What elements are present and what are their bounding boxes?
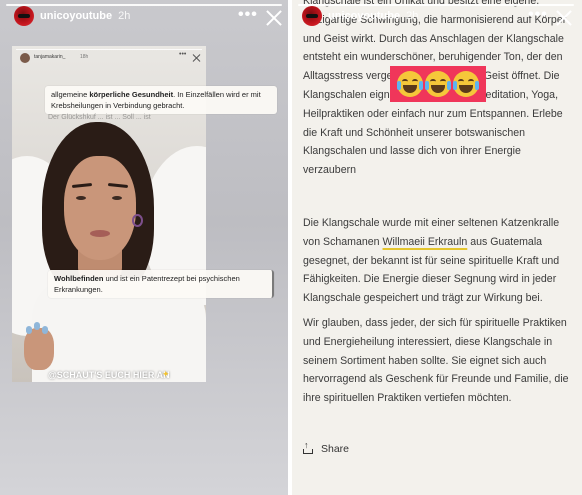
- more-horizontal-icon[interactable]: •••: [528, 6, 548, 24]
- post-time: 2h: [118, 10, 131, 22]
- recommendation-paragraph: Wir glauben, dass jeder, der sich für sp…: [303, 317, 569, 405]
- embedded-username: tanjamakarin_: [34, 54, 66, 60]
- story-header: unicoyoutube 2h: [14, 6, 130, 26]
- embedded-more-icon: •••: [179, 51, 187, 58]
- embedded-progress-bar: [16, 49, 202, 50]
- embedded-avatar: [20, 53, 30, 63]
- photo-eye-left: [76, 196, 86, 200]
- post-time: 2h: [406, 10, 419, 22]
- sticker-bold-text: körperliche Gesundheit: [89, 90, 174, 99]
- mention-sticker[interactable]: @SCHAUT'S EUCH HIER AN: [48, 370, 170, 380]
- text-sticker-top: allgemeine körperliche Gesundheit. In Ei…: [45, 86, 277, 114]
- sticker-text: allgemeine: [51, 90, 90, 99]
- blessing-paragraph: Die Klangschale wurde mit einer seltenen…: [303, 214, 575, 308]
- photo-nail: [42, 326, 48, 334]
- embedded-close-icon: [193, 54, 201, 62]
- face-with-tears-of-joy-icon: [425, 71, 451, 97]
- share-button[interactable]: Share: [303, 440, 350, 455]
- face-with-tears-of-joy-icon: [397, 71, 423, 97]
- faded-text: Der Glückshkuf ... ist ... Soll ... ist: [48, 114, 151, 121]
- photo-face: [64, 156, 136, 260]
- left-story-panel: unicoyoutube 2h ••• tanjamakarin_ 18h ••…: [0, 0, 288, 495]
- photo-nail: [26, 326, 32, 334]
- username[interactable]: unicoyoutube: [328, 10, 400, 22]
- photo-earring: [132, 214, 143, 227]
- username[interactable]: unicoyoutube: [40, 10, 112, 22]
- highlighted-name: Willmaeii Erkrauln: [382, 235, 468, 248]
- photo-eye-right: [112, 196, 122, 200]
- sparkle-icon: ✦: [162, 369, 170, 379]
- photo-nail: [34, 322, 40, 330]
- embedded-time: 18h: [80, 54, 89, 60]
- face-with-tears-of-joy-icon: [453, 71, 479, 97]
- emoji-sticker: [390, 66, 486, 102]
- sticker-bold-text: Wohlbefinden: [54, 274, 104, 283]
- photo-hand: [24, 328, 54, 370]
- photo-lips: [90, 230, 110, 237]
- text-sticker-bottom: Wohlbefinden und ist ein Patentrezept be…: [48, 270, 274, 298]
- more-horizontal-icon[interactable]: •••: [238, 6, 258, 24]
- share-label: Share: [321, 443, 350, 455]
- avatar[interactable]: [14, 6, 34, 26]
- close-icon[interactable]: [266, 10, 282, 26]
- close-icon[interactable]: [556, 10, 572, 26]
- avatar[interactable]: [302, 6, 322, 26]
- story-header: unicoyoutube 2h: [302, 6, 418, 26]
- share-icon: [303, 440, 313, 454]
